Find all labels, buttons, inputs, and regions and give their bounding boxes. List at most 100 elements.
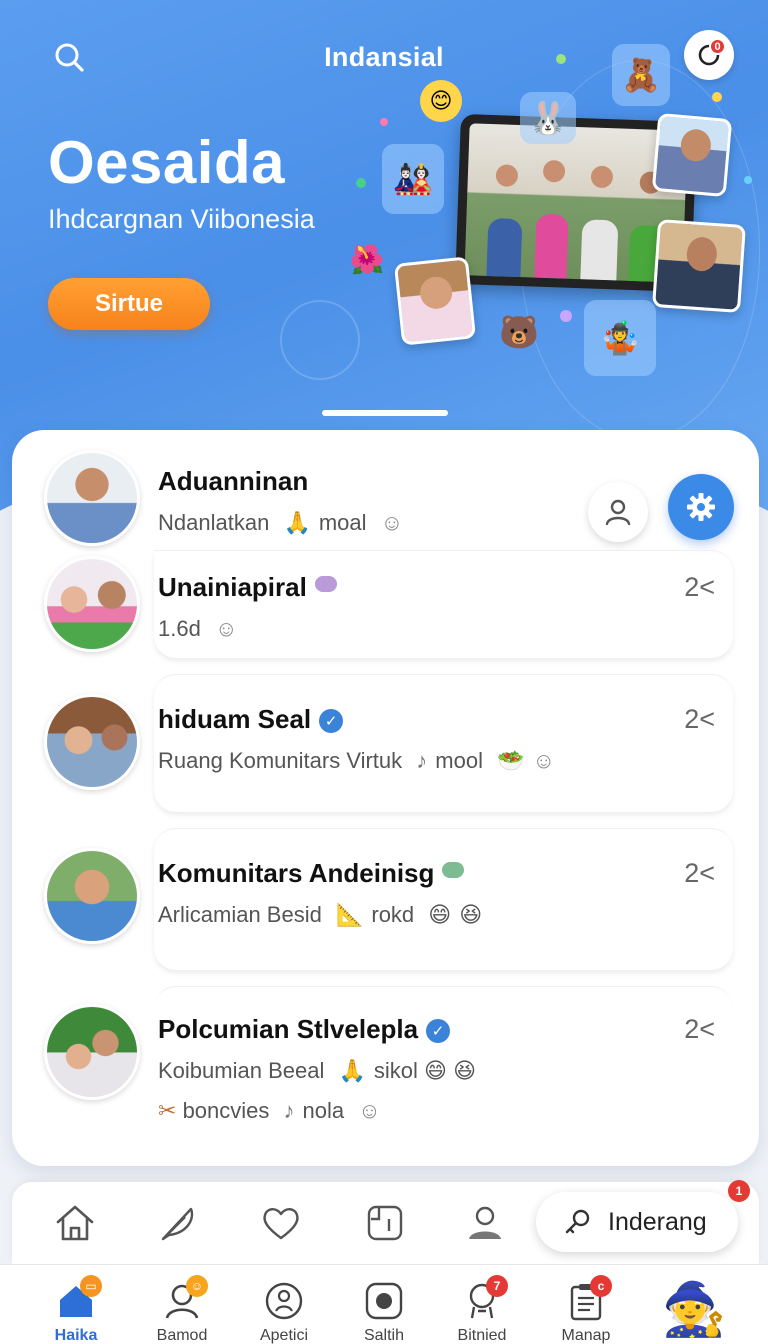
item-subtitle: 1.6d ☺ (158, 616, 245, 642)
bottom-navigation: ▭ Haika ☺ Bamod Apetici Saltih 7 Bitnied… (0, 1264, 768, 1344)
member-count: 2< (684, 858, 715, 888)
hero-subtitle: Ihdcargnan Viibonesia (48, 204, 315, 234)
item-subtitle-text: Arlicamian Besid (158, 902, 322, 927)
item-card (154, 674, 733, 812)
emoji-icon: 😄 (428, 902, 452, 927)
sparkle (380, 118, 388, 126)
item-title: hiduam Seal ✓ (158, 704, 344, 735)
home-icon[interactable] (50, 1198, 100, 1248)
profile-button[interactable] (588, 482, 648, 542)
bell-person-icon: 7 (460, 1275, 508, 1323)
list-item[interactable]: Polcumian Stlvelepla ✓ Koibumian Beeal 🙏 s… (12, 986, 759, 1152)
flower-sticker-icon: 🌺 (349, 243, 385, 275)
item-title: Unainiapiral (158, 572, 337, 603)
member-count: 2< (684, 1014, 715, 1044)
hands-icon: 🙏 (283, 510, 311, 535)
item-title-text: Komunitars Andeinisg (158, 858, 435, 888)
user-icon (605, 499, 631, 526)
avatar (44, 556, 140, 652)
item-subtitle-text: Ruang Komunitars Virtuk (158, 748, 403, 773)
member-count: 2< (684, 704, 715, 734)
gear-icon (687, 493, 715, 521)
verified-icon: ✓ (319, 709, 344, 733)
emoji-badge-icon (442, 862, 465, 878)
key-icon (565, 1209, 590, 1234)
nav-label: Bitnied (457, 1327, 507, 1344)
list-item[interactable]: Unainiapiral 1.6d ☺ 2< (12, 550, 759, 670)
nav-label: Apetici (259, 1327, 309, 1344)
user-icon[interactable] (460, 1198, 510, 1248)
item-subtitle-text: sikol (373, 1058, 418, 1083)
smile-icon: ☺ (532, 748, 555, 773)
search-key-label: Inderang (608, 1207, 707, 1236)
sparkle (560, 310, 572, 322)
sparkle (356, 178, 366, 188)
heart-icon[interactable] (256, 1198, 306, 1248)
item-subtitle-text: nola (302, 1098, 345, 1123)
scissors-icon: ✂ (158, 1098, 177, 1123)
hands-icon: 🙏 (338, 1058, 366, 1083)
smile-icon: ☺ (380, 510, 404, 535)
feather-icon[interactable] (152, 1198, 202, 1248)
home-icon: ▭ (54, 1275, 102, 1323)
item-subtitle: Koibumian Beeal 🙏 sikol 😄 😆 (158, 1058, 476, 1084)
avatar (44, 450, 140, 546)
notification-button[interactable]: 0 (684, 30, 734, 80)
nav-label: Bamod (156, 1327, 208, 1344)
settings-button[interactable] (668, 474, 734, 540)
clipboard-icon: c (564, 1275, 612, 1323)
mascot-sticker-icon: 🐰 (520, 92, 576, 144)
nav-item-haika[interactable]: ▭ Haika (26, 1265, 126, 1344)
list-item[interactable]: Aduanninan Ndanlatkan 🙏 moal ☺ (12, 446, 759, 566)
emoji-icon: 😆 (453, 1058, 477, 1083)
mascot-icon[interactable]: 🧙 (650, 1273, 738, 1344)
item-subtitle-text: boncvies (182, 1098, 270, 1123)
list-item[interactable]: hiduam Seal ✓ Ruang Komunitars Virtuk ♪ mo… (12, 674, 759, 800)
item-title-text: hiduam Seal (158, 704, 312, 734)
hero-heading: Oesaida (48, 129, 285, 196)
drag-handle[interactable] (322, 410, 448, 416)
item-subtitle-text: moal (318, 510, 367, 535)
nav-label: Haika (54, 1327, 98, 1344)
avatar (44, 694, 140, 790)
emoji-icon: 😆 (459, 902, 483, 927)
item-subtitle-text: mool (435, 748, 483, 773)
mascot-sticker-icon: 🎎 (382, 144, 444, 214)
item-subtitle-secondary: ✂ boncvies ♪ nola ☺ (158, 1098, 389, 1124)
tablet-icon[interactable] (360, 1198, 410, 1248)
photo-tile-woman (652, 219, 746, 313)
nav-item-manap[interactable]: c Manap (536, 1265, 636, 1344)
item-title-text: Polcumian Stlvelepla (158, 1014, 419, 1044)
start-button[interactable]: Sirtue (48, 278, 210, 330)
smile-icon: ☺ (358, 1098, 381, 1123)
notification-badge: 0 (709, 38, 726, 55)
emoji-badge-icon (314, 576, 337, 592)
item-title: Komunitars Andeinisg (158, 858, 465, 889)
nav-item-bamod[interactable]: ☺ Bamod (132, 1265, 232, 1344)
emoji-icon: 😄 (424, 1058, 447, 1083)
item-title: Aduanninan (158, 466, 309, 496)
smile-icon: ☺ (214, 616, 238, 641)
list-item[interactable]: Komunitars Andeinisg Arlicamian Besid 📐 r… (12, 828, 759, 954)
mascot-sticker-icon: 🧸 (612, 44, 670, 106)
record-icon (362, 1279, 406, 1323)
food-icon: 🥗 (497, 748, 525, 773)
item-title-text: Unainiapiral (158, 572, 307, 602)
item-subtitle: Ndanlatkan 🙏 moal ☺ (158, 510, 411, 536)
mascot-sticker-icon: 🤹 (584, 300, 656, 376)
nav-item-bitnied[interactable]: 7 Bitnied (432, 1265, 532, 1344)
nav-badge: c (590, 1275, 612, 1297)
sparkle (712, 92, 722, 102)
sparkle (556, 54, 566, 64)
search-key-button[interactable]: Inderang 1 (536, 1180, 750, 1252)
item-subtitle-text: Koibumian Beeal (158, 1058, 325, 1083)
nav-item-saltih[interactable]: Saltih (334, 1265, 434, 1344)
nav-badge-icon: ☺ (186, 1275, 208, 1297)
music-icon: ♪ (416, 748, 428, 773)
ruler-icon: 📐 (335, 902, 364, 927)
smile-icon (262, 1279, 306, 1323)
nav-item-apetici[interactable]: Apetici (234, 1265, 334, 1344)
item-title: Polcumian Stlvelepla ✓ (158, 1014, 451, 1045)
item-subtitle-text: Ndanlatkan (158, 510, 270, 535)
avatar (44, 848, 140, 944)
